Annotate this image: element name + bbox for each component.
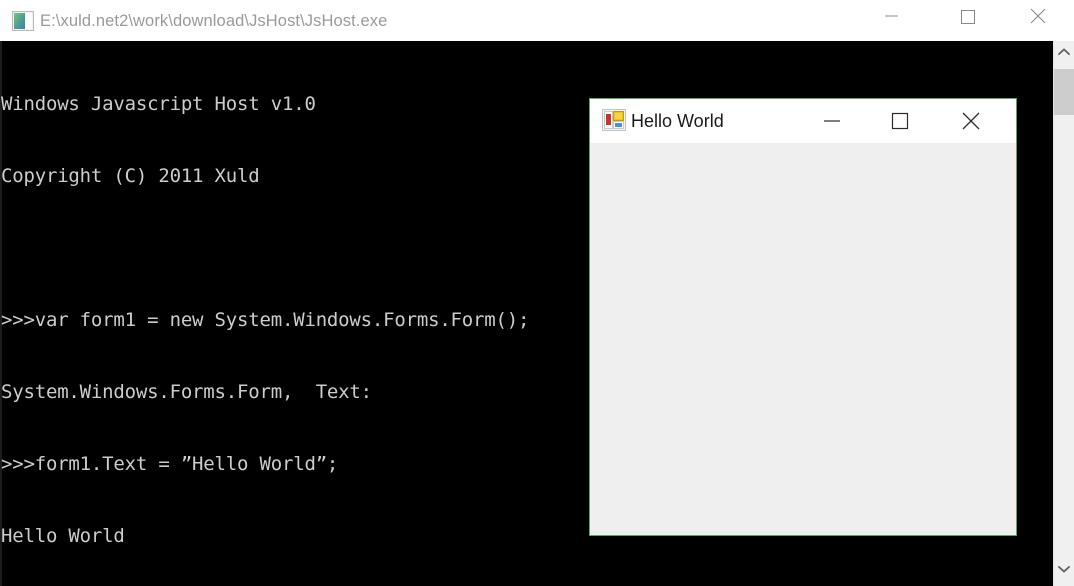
console-app-icon	[12, 11, 34, 31]
maximize-button[interactable]	[944, 0, 991, 31]
scroll-up-arrow-icon[interactable]	[1054, 43, 1074, 65]
console-window: E:\xuld.net2\work\download\JsHost\JsHost…	[0, 0, 1074, 586]
vertical-scrollbar[interactable]	[1053, 41, 1074, 586]
window-title: E:\xuld.net2\work\download\JsHost\JsHost…	[40, 12, 388, 30]
scroll-down-arrow-icon[interactable]	[1054, 560, 1074, 582]
form-maximize-button[interactable]	[877, 99, 923, 139]
form-close-button[interactable]	[948, 99, 994, 139]
form-minimize-button[interactable]	[809, 99, 855, 139]
form-client-area[interactable]	[590, 143, 1016, 535]
close-button[interactable]	[1015, 0, 1062, 31]
form-title: Hello World	[631, 111, 724, 131]
scrollbar-thumb[interactable]	[1054, 69, 1074, 115]
scrollbar-track[interactable]	[1054, 115, 1074, 560]
winforms-icon	[602, 109, 626, 131]
minimize-button[interactable]	[868, 0, 915, 31]
form-titlebar[interactable]: Hello World	[590, 99, 1016, 143]
hello-world-form-window[interactable]: Hello World	[589, 98, 1017, 536]
console-titlebar[interactable]: E:\xuld.net2\work\download\JsHost\JsHost…	[0, 0, 1074, 42]
